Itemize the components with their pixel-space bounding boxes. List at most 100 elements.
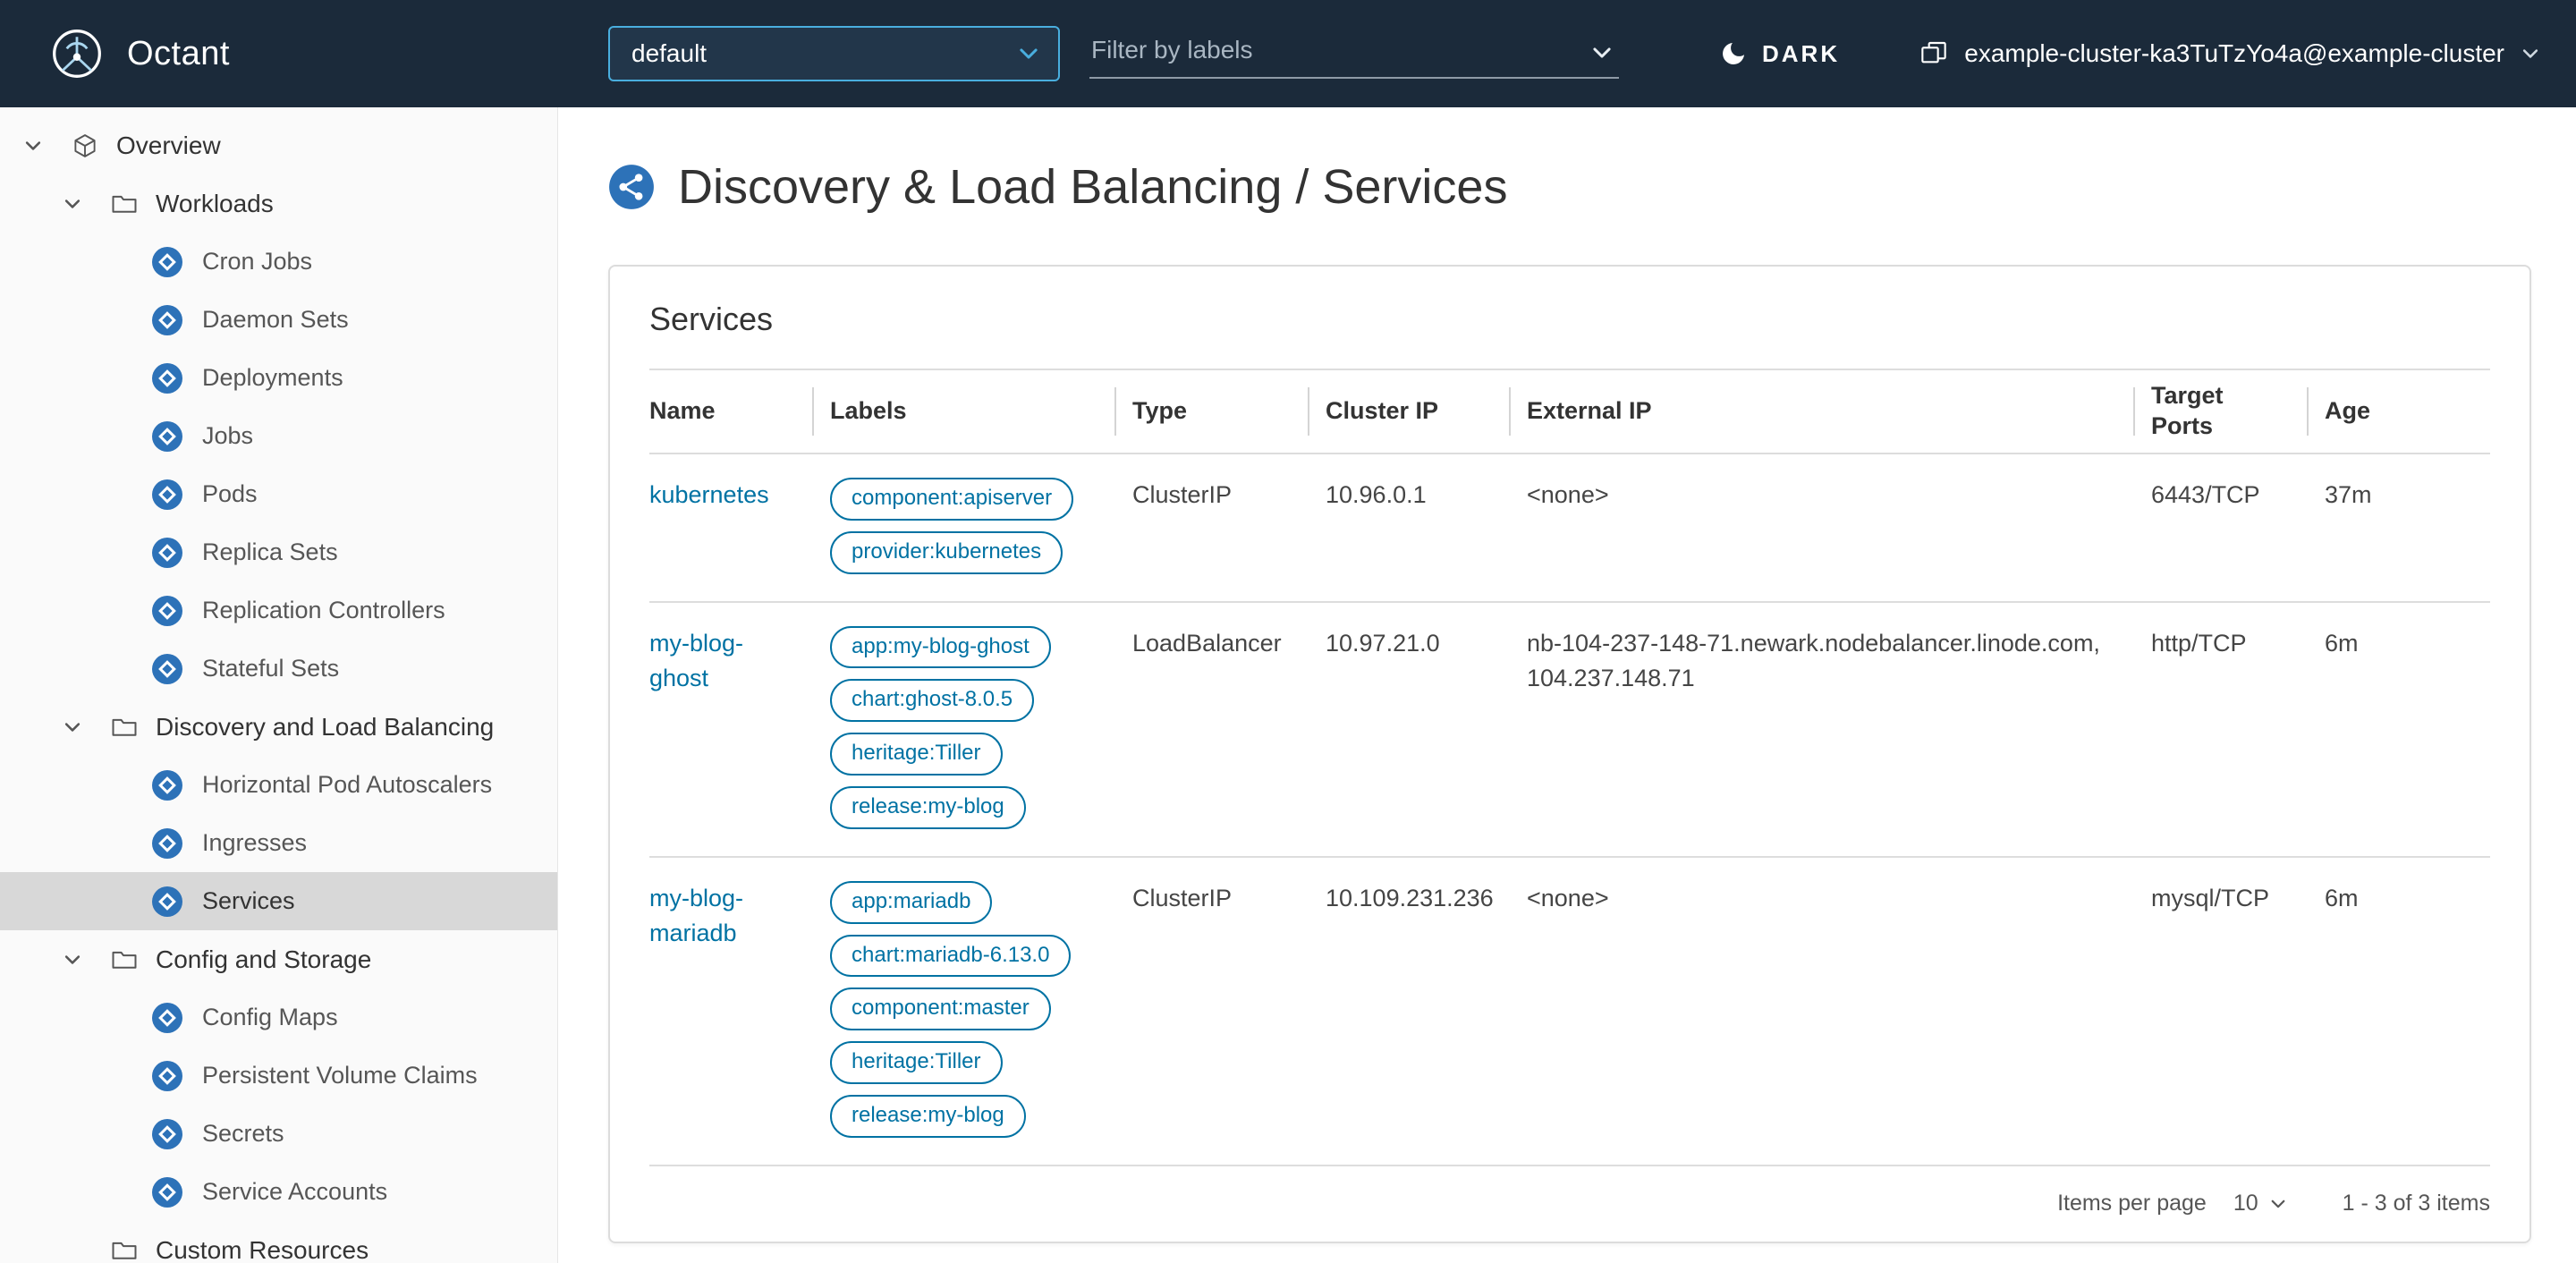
table-row: my-blog-mariadb app:mariadb chart:mariad…	[649, 858, 2490, 1166]
chevron-down-icon	[1017, 42, 1040, 65]
namespace-value: default	[631, 39, 708, 67]
chevron-down-icon[interactable]	[63, 950, 82, 970]
sidebar-item-deployments[interactable]: Deployments	[0, 349, 557, 407]
column-header-target-ports: Target Ports	[2151, 381, 2325, 442]
sidebar-item-custom-resources[interactable]: Custom Resources	[0, 1221, 557, 1263]
sidebar-item-label: Config and Storage	[156, 945, 372, 973]
page-title: Discovery & Load Balancing / Services	[678, 160, 1508, 214]
sidebar-item-secrets[interactable]: Secrets	[0, 1105, 557, 1163]
service-name-link[interactable]: my-blog-ghost	[649, 630, 743, 691]
card-title: Services	[649, 301, 774, 337]
theme-toggle-button[interactable]: DARK	[1719, 0, 1840, 107]
sidebar-item-services[interactable]: Services	[0, 872, 557, 930]
app-logo[interactable]: Octant	[50, 27, 230, 81]
resource-icon	[152, 1060, 182, 1091]
sidebar-item-label: Daemon Sets	[202, 306, 349, 333]
label-badge[interactable]: app:my-blog-ghost	[830, 625, 1051, 669]
sidebar-item-label: Discovery and Load Balancing	[156, 712, 495, 741]
resource-icon	[152, 827, 182, 859]
resource-icon	[152, 420, 182, 452]
sidebar-item-persistent-volume-claims[interactable]: Persistent Volume Claims	[0, 1047, 557, 1105]
namespace-select[interactable]: default	[608, 26, 1060, 81]
label-badge[interactable]: provider:kubernetes	[830, 530, 1063, 574]
sidebar-item-label: Ingresses	[202, 829, 308, 856]
folder-icon	[111, 191, 138, 217]
label-badge[interactable]: release:my-blog	[830, 785, 1026, 829]
app-title: Octant	[127, 34, 230, 72]
age: 37m	[2325, 481, 2372, 508]
chevron-down-icon[interactable]	[63, 194, 82, 214]
app-header: Octant default DARK example-cluster-ka3T…	[0, 0, 2576, 107]
resource-icon	[152, 362, 182, 394]
sidebar-item-pods[interactable]: Pods	[0, 465, 557, 523]
resource-icon	[152, 537, 182, 568]
sidebar-item-cron-jobs[interactable]: Cron Jobs	[0, 233, 557, 291]
sidebar-item-replication-controllers[interactable]: Replication Controllers	[0, 581, 557, 640]
filter-by-labels-input[interactable]	[1089, 30, 1619, 79]
sidebar-item-discovery-and-load-balancing[interactable]: Discovery and Load Balancing	[0, 698, 557, 756]
sidebar-item-label: Replication Controllers	[202, 597, 445, 623]
page-header: Discovery & Load Balancing / Services	[608, 159, 2531, 215]
pagination-bar: Items per page 10 1 - 3 of 3 items	[649, 1166, 2490, 1242]
external-ip: <none>	[1527, 884, 1609, 911]
sidebar-nav: Overview Workloads Cron Jobs Daemon Sets…	[0, 107, 558, 1263]
sidebar-item-service-accounts[interactable]: Service Accounts	[0, 1163, 557, 1221]
column-header-external-ip: External IP	[1527, 396, 2151, 427]
label-badge[interactable]: chart:ghost-8.0.5	[830, 679, 1035, 723]
sidebar-item-workloads[interactable]: Workloads	[0, 174, 557, 233]
sidebar-item-label: Overview	[116, 131, 221, 159]
theme-toggle-label: DARK	[1762, 39, 1841, 67]
resource-icon	[152, 1002, 182, 1033]
age: 6m	[2325, 884, 2359, 911]
table-row: kubernetes component:apiserver provider:…	[649, 454, 2490, 603]
sidebar-item-config-maps[interactable]: Config Maps	[0, 988, 557, 1047]
cluster-context-icon	[1919, 39, 1948, 68]
folder-icon	[111, 714, 138, 741]
label-badge[interactable]: heritage:Tiller	[830, 733, 1003, 776]
label-badge[interactable]: heritage:Tiller	[830, 1041, 1003, 1084]
label-badge[interactable]: chart:mariadb-6.13.0	[830, 934, 1072, 978]
chevron-down-icon	[2269, 1195, 2287, 1213]
label-badge[interactable]: component:master	[830, 988, 1051, 1031]
chevron-down-icon[interactable]	[23, 136, 43, 156]
label-filter	[1089, 30, 1619, 79]
items-per-page-select[interactable]: 10	[2233, 1191, 2287, 1216]
label-badge[interactable]: component:apiserver	[830, 478, 1074, 521]
label-badge[interactable]: release:my-blog	[830, 1094, 1026, 1138]
service-name-link[interactable]: my-blog-mariadb	[649, 885, 743, 946]
sidebar-item-label: Pods	[202, 480, 258, 507]
sidebar-item-label: Config Maps	[202, 1004, 338, 1030]
overview-icon	[72, 132, 98, 159]
chevron-down-icon	[2521, 44, 2540, 64]
folder-icon	[111, 1237, 138, 1263]
service-name-link[interactable]: kubernetes	[649, 481, 769, 508]
target-ports: 6443/TCP	[2151, 481, 2260, 508]
sidebar-item-ingresses[interactable]: Ingresses	[0, 814, 557, 872]
sidebar-item-daemon-sets[interactable]: Daemon Sets	[0, 291, 557, 349]
sidebar-item-label: Cron Jobs	[202, 248, 313, 275]
sidebar-item-stateful-sets[interactable]: Stateful Sets	[0, 640, 557, 698]
sidebar-item-label: Workloads	[156, 189, 274, 217]
resource-icon	[152, 1176, 182, 1208]
resource-icon	[152, 304, 182, 335]
sidebar-item-overview[interactable]: Overview	[0, 116, 557, 174]
sidebar-item-label: Horizontal Pod Autoscalers	[202, 771, 493, 798]
sidebar-item-label: Service Accounts	[202, 1178, 388, 1205]
discovery-load-balancing-icon	[608, 164, 655, 210]
pagination-range: 1 - 3 of 3 items	[2342, 1191, 2490, 1216]
context-selector[interactable]: example-cluster-ka3TuTzYo4a@example-clus…	[1919, 0, 2540, 107]
column-header-name: Name	[649, 397, 716, 425]
resource-icon	[152, 246, 182, 277]
sidebar-item-label: Custom Resources	[156, 1235, 369, 1263]
moon-icon	[1719, 39, 1748, 68]
sidebar-item-replica-sets[interactable]: Replica Sets	[0, 523, 557, 581]
target-ports: http/TCP	[2151, 629, 2247, 657]
chevron-down-icon[interactable]	[63, 717, 82, 737]
resource-icon	[152, 479, 182, 510]
label-badge[interactable]: app:mariadb	[830, 880, 993, 924]
service-type: LoadBalancer	[1132, 629, 1282, 657]
sidebar-item-label: Deployments	[202, 364, 343, 391]
sidebar-item-horizontal-pod-autoscalers[interactable]: Horizontal Pod Autoscalers	[0, 756, 557, 814]
sidebar-item-config-and-storage[interactable]: Config and Storage	[0, 930, 557, 988]
sidebar-item-jobs[interactable]: Jobs	[0, 407, 557, 465]
